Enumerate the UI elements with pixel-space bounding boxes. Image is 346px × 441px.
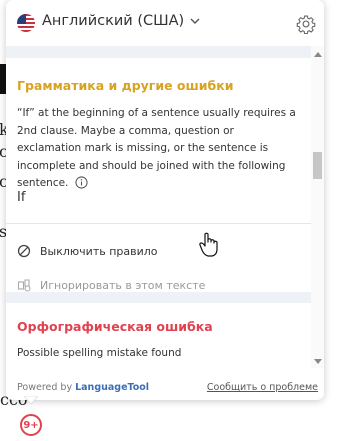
- language-selector[interactable]: Английский (США): [42, 13, 200, 29]
- scroll-up-arrow-icon[interactable]: [314, 52, 322, 57]
- chevron-down-icon: [190, 18, 200, 24]
- language-label: Английский (США): [42, 13, 185, 29]
- grammar-error-card: Грамматика и другие ошибки “If” at the b…: [6, 58, 311, 292]
- popup-header: Английский (США): [6, 0, 324, 46]
- info-icon[interactable]: [75, 176, 88, 189]
- disable-rule-button[interactable]: Выключить правило: [17, 238, 158, 264]
- replacement-suggestion[interactable]: If: [17, 190, 25, 205]
- report-problem-link[interactable]: Сообщить о проблеме: [207, 382, 318, 393]
- grammar-error-title: Грамматика и другие ошибки: [17, 78, 234, 93]
- hand-cursor-icon: [199, 232, 218, 257]
- spelling-error-description: Possible spelling mistake found: [17, 347, 182, 359]
- disable-icon: [17, 244, 31, 258]
- powered-by: Powered by LanguageTool: [17, 382, 150, 393]
- ignore-icon: [17, 279, 31, 292]
- spelling-error-card: Орфографическая ошибка Possible spelling…: [6, 303, 311, 368]
- error-list: Грамматика и другие ошибки “If” at the b…: [6, 46, 311, 368]
- scrollbar-thumb[interactable]: [313, 152, 322, 179]
- brand-link[interactable]: LanguageTool: [75, 382, 149, 393]
- ignore-in-text-label: Игнорировать в этом тексте: [40, 278, 206, 292]
- grammar-error-description: “If” at the beginning of a sentence usua…: [17, 107, 296, 189]
- spelling-error-title: Орфографическая ошибка: [17, 319, 213, 334]
- scroll-down-arrow-icon[interactable]: [314, 359, 322, 364]
- ignore-in-text-button[interactable]: Игнорировать в этом тексте: [17, 272, 205, 298]
- popup-footer: Powered by LanguageTool Сообщить о пробл…: [6, 372, 324, 400]
- scrollbar[interactable]: [311, 46, 324, 368]
- languagetool-popup: Английский (США) Грамматика и другие оши…: [6, 0, 324, 400]
- popup-pointer: [24, 396, 38, 405]
- divider: [6, 223, 311, 224]
- gear-icon[interactable]: [296, 14, 316, 34]
- error-count-badge[interactable]: 9+: [20, 414, 42, 436]
- disable-rule-label: Выключить правило: [40, 244, 158, 258]
- us-flag-icon: [17, 14, 35, 32]
